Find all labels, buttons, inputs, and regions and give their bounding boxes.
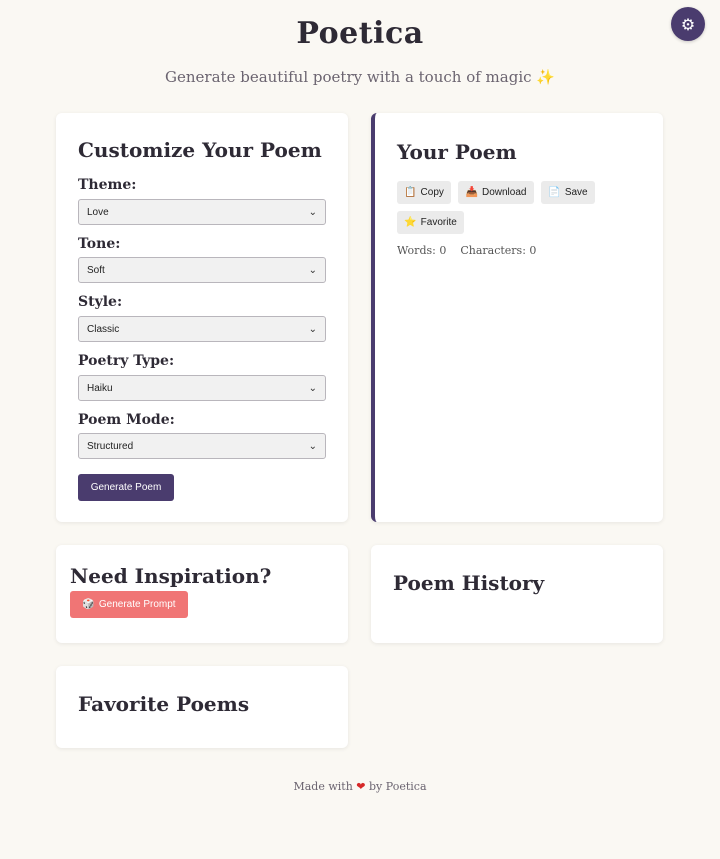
generate-prompt-button[interactable]: 🎲 Generate Prompt (70, 591, 188, 618)
tone-label: Tone: (78, 236, 121, 252)
inspiration-card: Need Inspiration? 🎲 Generate Prompt (56, 545, 348, 643)
footer-suffix: by Poetica (369, 780, 427, 793)
generate-prompt-label: Generate Prompt (98, 599, 176, 610)
copy-label: Copy (420, 187, 444, 198)
character-count: Characters: 0 (460, 244, 537, 257)
poem-card: Your Poem 📋 Copy 📥 Download 📄 Save ⭐ Fav… (371, 113, 663, 522)
favorite-poems-card: Favorite Poems (56, 666, 348, 748)
poem-mode-select[interactable]: Structured ⌄ (78, 433, 326, 459)
poem-mode-label: Poem Mode: (78, 412, 175, 428)
poem-history-card: Poem History (371, 545, 663, 643)
favorite-poems-heading: Favorite Poems (78, 692, 250, 716)
clipboard-icon: 📋 (404, 187, 417, 198)
footer-prefix: Made with (293, 780, 353, 793)
tone-select-value: Soft (87, 264, 105, 276)
theme-select-value: Love (87, 206, 109, 218)
style-label: Style: (78, 294, 123, 310)
word-count: Words: 0 (397, 244, 447, 257)
download-button[interactable]: 📥 Download (458, 181, 534, 204)
tone-select[interactable]: Soft ⌄ (78, 257, 326, 283)
poetry-type-select[interactable]: Haiku ⌄ (78, 375, 326, 401)
poem-stats: Words: 0 Characters: 0 (397, 244, 536, 257)
chevron-down-icon: ⌄ (308, 323, 317, 335)
app-title: Poetica (296, 16, 424, 51)
star-icon: ⭐ (404, 217, 417, 228)
dice-icon: 🎲 (82, 599, 95, 610)
poetry-type-select-value: Haiku (87, 382, 113, 394)
customize-card: Customize Your Poem Theme: Love ⌄ Tone: … (56, 113, 348, 522)
favorite-label: Favorite (420, 217, 457, 228)
document-icon: 📄 (548, 187, 561, 198)
chevron-down-icon: ⌄ (308, 206, 317, 218)
download-icon: 📥 (465, 187, 478, 198)
inspiration-heading: Need Inspiration? (70, 564, 272, 588)
theme-label: Theme: (78, 177, 137, 193)
chevron-down-icon: ⌄ (308, 440, 317, 452)
theme-select[interactable]: Love ⌄ (78, 199, 326, 225)
style-select-value: Classic (87, 323, 120, 335)
app-subtitle: Generate beautiful poetry with a touch o… (165, 68, 555, 86)
footer: Made with ❤ by Poetica (0, 780, 720, 793)
heart-icon: ❤ (356, 780, 366, 793)
save-button[interactable]: 📄 Save (541, 181, 595, 204)
poetry-type-label: Poetry Type: (78, 353, 175, 369)
favorite-button[interactable]: ⭐ Favorite (397, 211, 464, 234)
poem-heading: Your Poem (397, 140, 517, 164)
chevron-down-icon: ⌄ (308, 382, 317, 394)
poem-history-heading: Poem History (393, 571, 545, 595)
poem-mode-select-value: Structured (87, 440, 134, 452)
generate-poem-button[interactable]: Generate Poem (78, 474, 174, 501)
save-label: Save (564, 187, 588, 198)
copy-button[interactable]: 📋 Copy (397, 181, 451, 204)
style-select[interactable]: Classic ⌄ (78, 316, 326, 342)
chevron-down-icon: ⌄ (308, 264, 317, 276)
customize-heading: Customize Your Poem (78, 138, 322, 162)
download-label: Download (481, 187, 527, 198)
